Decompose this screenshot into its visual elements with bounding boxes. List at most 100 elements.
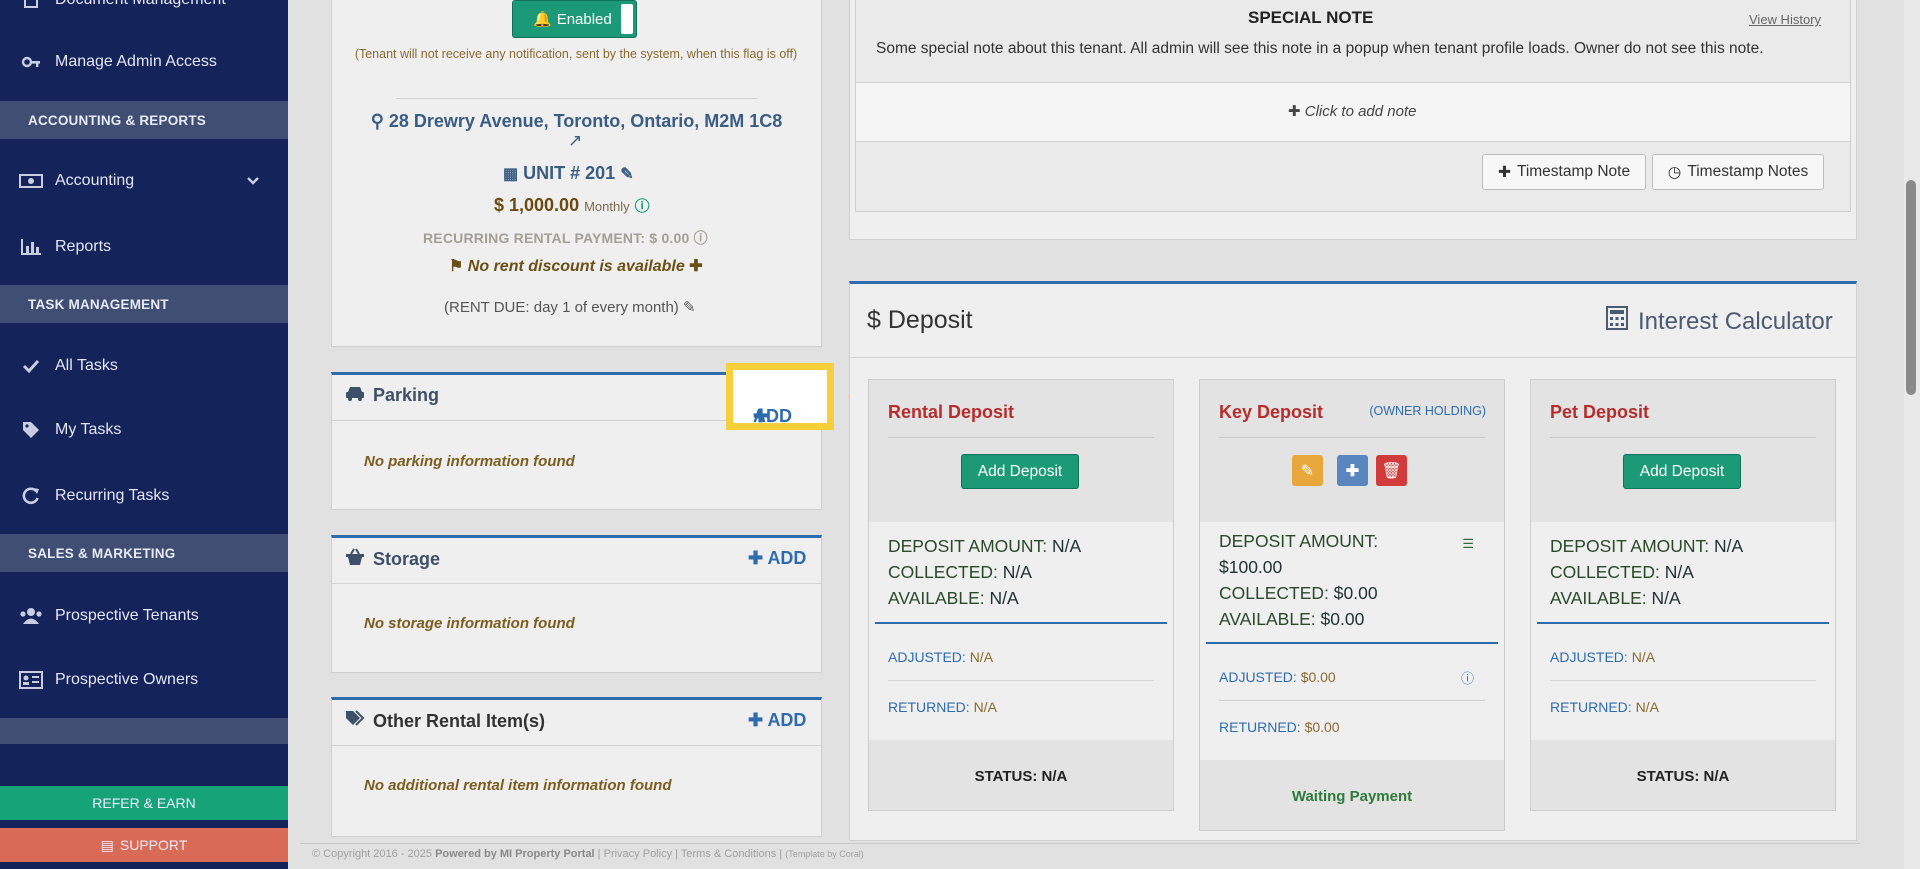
storage-title: Storage [345,548,440,571]
parking-title-text: Parking [373,385,440,405]
bell-icon: 🔔 [533,11,552,28]
deposit-returned: RETURNED: $0.00 [1219,719,1340,735]
parking-title: Parking [345,385,439,406]
notification-toggle[interactable]: 🔔 Enabled [512,0,637,38]
add-deposit-button[interactable]: Add Deposit [961,454,1079,489]
deposit-amount: $100.00 [1219,554,1282,580]
sidebar-item-label: My Tasks [55,421,122,438]
sidebar-item-label: Prospective Tenants [55,607,199,624]
rent-due: (RENT DUE: day 1 of every month) ✎ [444,298,696,316]
info-icon[interactable]: ⓘ [694,230,708,246]
deposit-amount: DEPOSIT AMOUNT: N/A [888,533,1081,559]
label: AVAILABLE: [1219,609,1316,629]
users-icon [18,607,44,625]
calculator-icon [1606,306,1628,337]
sidebar-item-label: Document Management [55,0,226,9]
plus-icon: ✚ [1345,462,1360,480]
map-pin-icon: ⚲ [370,111,384,131]
rent-value: $ 1,000.00 [494,195,580,215]
sidebar-item-prospective-tenants[interactable]: Prospective Tenants [0,596,288,636]
timestamp-note-button[interactable]: ✚ Timestamp Note [1482,154,1646,190]
sidebar-item-manage-admin-access[interactable]: Manage Admin Access [0,42,288,82]
sidebar-item-label: Accounting [55,172,135,189]
add-deposit-button[interactable]: Add Deposit [1623,454,1741,489]
value: N/A [1651,588,1681,608]
value: $0.00 [1320,609,1365,629]
parking-add-button[interactable]: ✚ ADD [726,363,834,430]
deposit-adjusted: ADJUSTED: N/A [888,649,993,665]
divider [332,745,821,746]
plus-icon[interactable]: ✚ [689,258,702,275]
label: AVAILABLE: [1550,588,1647,608]
sidebar-item-my-tasks[interactable]: My Tasks [0,410,288,450]
footer-privacy-link[interactable]: Privacy Policy [604,848,672,860]
plus-icon: ✚ [748,548,764,568]
footer-terms-link[interactable]: Terms & Conditions [681,848,776,860]
click-add-note[interactable]: ✚ Click to add note [1288,102,1416,120]
view-history-link[interactable]: View History [1749,12,1821,27]
divider [1550,680,1816,681]
deposit-amount: DEPOSIT AMOUNT: N/A [1550,533,1743,559]
scrollbar-track[interactable] [1904,0,1920,869]
value: N/A [1714,536,1744,556]
edit-deposit-button[interactable]: ✎ [1292,455,1323,486]
sidebar-item-recurring-tasks[interactable]: Recurring Tasks [0,476,288,516]
external-link-icon[interactable]: ↗ [568,131,582,151]
edit-icon[interactable]: ✎ [620,166,633,183]
deposit-adjusted: ADJUSTED: $0.00 [1219,669,1336,685]
discount-text: No rent discount is available [467,258,685,275]
sidebar-item-accounting[interactable]: Accounting [0,161,288,201]
trash-icon: 🗑 [1381,462,1402,480]
section-task-management: TASK MANAGEMENT [0,285,288,323]
divider [396,98,758,99]
car-icon [345,385,365,406]
pencil-icon: ✎ [1300,462,1315,480]
label: RETURNED: [888,699,970,715]
storage-add-button[interactable]: ✚ ADD [748,548,806,569]
interest-calculator-button[interactable]: Interest Calculator [1606,306,1833,337]
footer-powered[interactable]: Powered by MI Property Portal [435,848,595,860]
divider [1206,642,1498,644]
sidebar-item-document-management[interactable]: Document Management [0,0,288,20]
delete-deposit-button[interactable]: 🗑 [1376,455,1407,486]
value: N/A [973,699,997,715]
deposit-collected: COLLECTED: N/A [888,559,1032,585]
timestamp-notes-button[interactable]: ◷ Timestamp Notes [1652,154,1824,190]
parking-empty: No parking information found [364,453,575,470]
info-icon[interactable]: ⓘ [1461,668,1474,687]
tenant-address[interactable]: ⚲ 28 Drewry Avenue, Toronto, Ontario, M2… [345,111,808,132]
divider [1219,437,1485,438]
refer-earn-button[interactable]: REFER & EARN [0,786,288,820]
tag-icon [18,421,44,439]
toggle-label: Enabled [556,10,612,28]
deposit-status: Waiting Payment [1291,787,1413,805]
sidebar-item-all-tasks[interactable]: All Tasks [0,346,288,386]
rent-period: Monthly [584,199,630,214]
deposit-available: AVAILABLE: N/A [888,585,1019,611]
scrollbar-thumb[interactable] [1906,180,1916,395]
value: N/A [1664,562,1694,582]
deposit-card-name: Rental Deposit [888,402,1015,422]
sidebar-item-prospective-owners[interactable]: Prospective Owners [0,660,288,700]
support-button[interactable]: ▤ SUPPORT [0,828,288,862]
add-payment-button[interactable]: ✚ [1337,455,1368,486]
plus-icon: ✚ [1288,103,1301,120]
divider [888,680,1154,681]
special-note-text: Some special note about this tenant. All… [876,40,1764,57]
cube-icon: ▦ [503,166,519,183]
address-text: 28 Drewry Avenue, Toronto, Ontario, M2M … [388,111,783,131]
sidebar-item-reports[interactable]: Reports [0,227,288,267]
other-items-title: Other Rental Item(s) [345,710,545,733]
section-blank [0,718,288,744]
bar-chart-icon [18,238,44,256]
deposit-collected: COLLECTED: N/A [1550,559,1694,585]
deposit-card-body: DEPOSIT AMOUNT: N/A COLLECTED: N/A AVAIL… [869,522,1173,740]
edit-icon[interactable]: ✎ [683,299,696,316]
plus-icon: ✚ [748,710,764,730]
deposit-adjusted: ADJUSTED: N/A [1550,649,1655,665]
other-items-add-button[interactable]: ✚ ADD [748,710,806,731]
add-label: ADD [767,710,807,730]
book-icon: ▤ [100,836,114,853]
list-icon[interactable]: ☰ [1462,536,1474,552]
info-icon[interactable]: ⓘ [635,198,650,215]
